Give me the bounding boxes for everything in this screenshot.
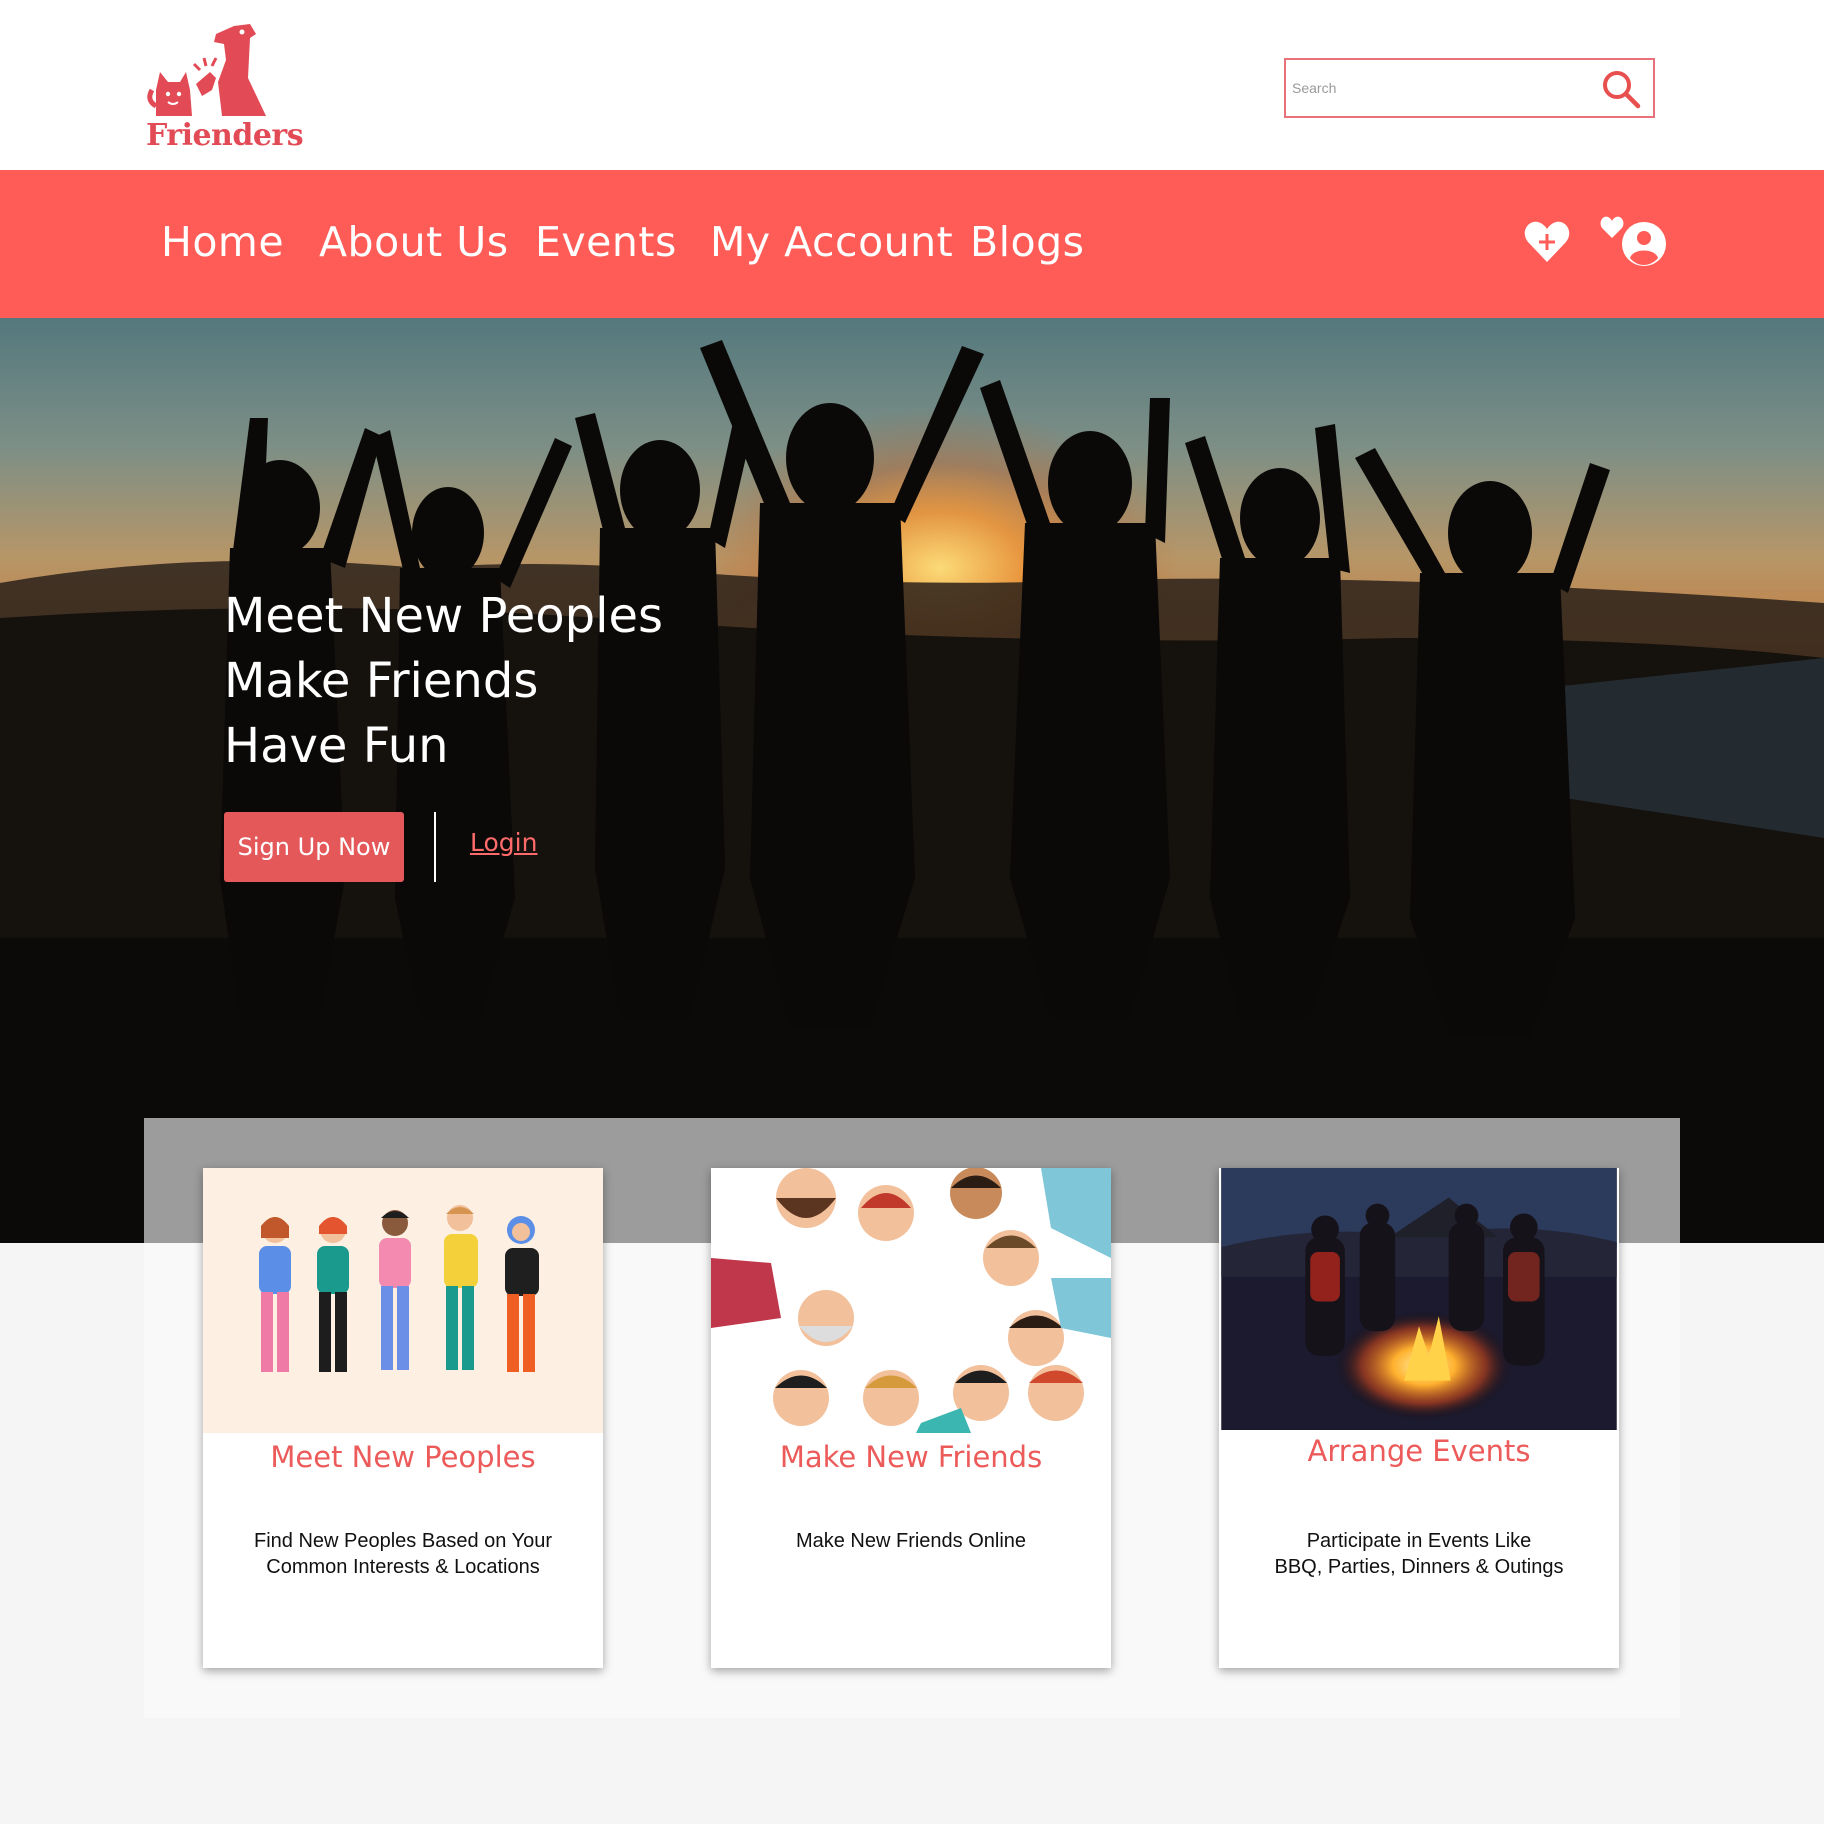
feature-card-friends[interactable]: Make New Friends Make New Friends Online [711, 1168, 1111, 1668]
sign-up-button[interactable]: Sign Up Now [224, 812, 404, 882]
nav-my-account[interactable]: My Account [710, 218, 953, 266]
dog-cat-logo-icon [147, 24, 266, 116]
group-of-people-illustration [203, 1168, 603, 1433]
card-description: Participate in Events Like BBQ, Parties,… [1219, 1528, 1619, 1580]
search-box [1284, 58, 1655, 118]
circle-of-friends-illustration [711, 1168, 1111, 1433]
card-title: Meet New Peoples [270, 1440, 536, 1474]
heart-user-icon[interactable] [1600, 216, 1668, 268]
login-link[interactable]: Login [470, 828, 537, 857]
card-text-line: Participate in Events Like [1306, 1530, 1532, 1552]
hero-line-3: Have Fun [224, 718, 449, 774]
brand-name: Frienders [146, 118, 304, 153]
search-icon[interactable] [1600, 68, 1642, 110]
feature-card-events[interactable]: Arrange Events Participate in Events Lik… [1219, 1168, 1619, 1668]
card-text-line: Make New Friends Online [795, 1530, 1027, 1552]
main-navbar: Home About Us Events My Account Blogs [0, 170, 1824, 318]
hero-line-1: Meet New Peoples [224, 588, 663, 644]
hero-line-2: Make Friends [224, 653, 539, 709]
card-description: Make New Friends Online [711, 1528, 1111, 1554]
site-header: Frienders [0, 0, 1824, 170]
search-input[interactable] [1292, 74, 1592, 102]
nav-home[interactable]: Home [161, 218, 284, 266]
features-section: Meet New Peoples Find New Peoples Based … [144, 1118, 1680, 1718]
hero-divider [434, 812, 436, 882]
card-text-line: BBQ, Parties, Dinners & Outings [1274, 1556, 1564, 1578]
heart-plus-icon[interactable] [1524, 220, 1570, 264]
card-title: Make New Friends [779, 1440, 1043, 1474]
nav-blogs[interactable]: Blogs [970, 218, 1085, 266]
hero-banner: Meet New Peoples Make Friends Have Fun S… [0, 318, 1824, 1243]
group-silhouette-photo [0, 340, 1824, 1243]
card-text-line: Find New Peoples Based on Your [254, 1530, 552, 1552]
feature-card-meet[interactable]: Meet New Peoples Find New Peoples Based … [203, 1168, 603, 1668]
frienders-logo[interactable]: Frienders [146, 20, 306, 160]
nav-events[interactable]: Events [535, 218, 677, 266]
nav-about-us[interactable]: About Us [319, 218, 509, 266]
campfire-photo [1221, 1168, 1617, 1430]
card-title: Arrange Events [1307, 1434, 1531, 1468]
card-text-line: Common Interests & Locations [266, 1556, 540, 1578]
card-description: Find New Peoples Based on Your Common In… [203, 1528, 603, 1580]
